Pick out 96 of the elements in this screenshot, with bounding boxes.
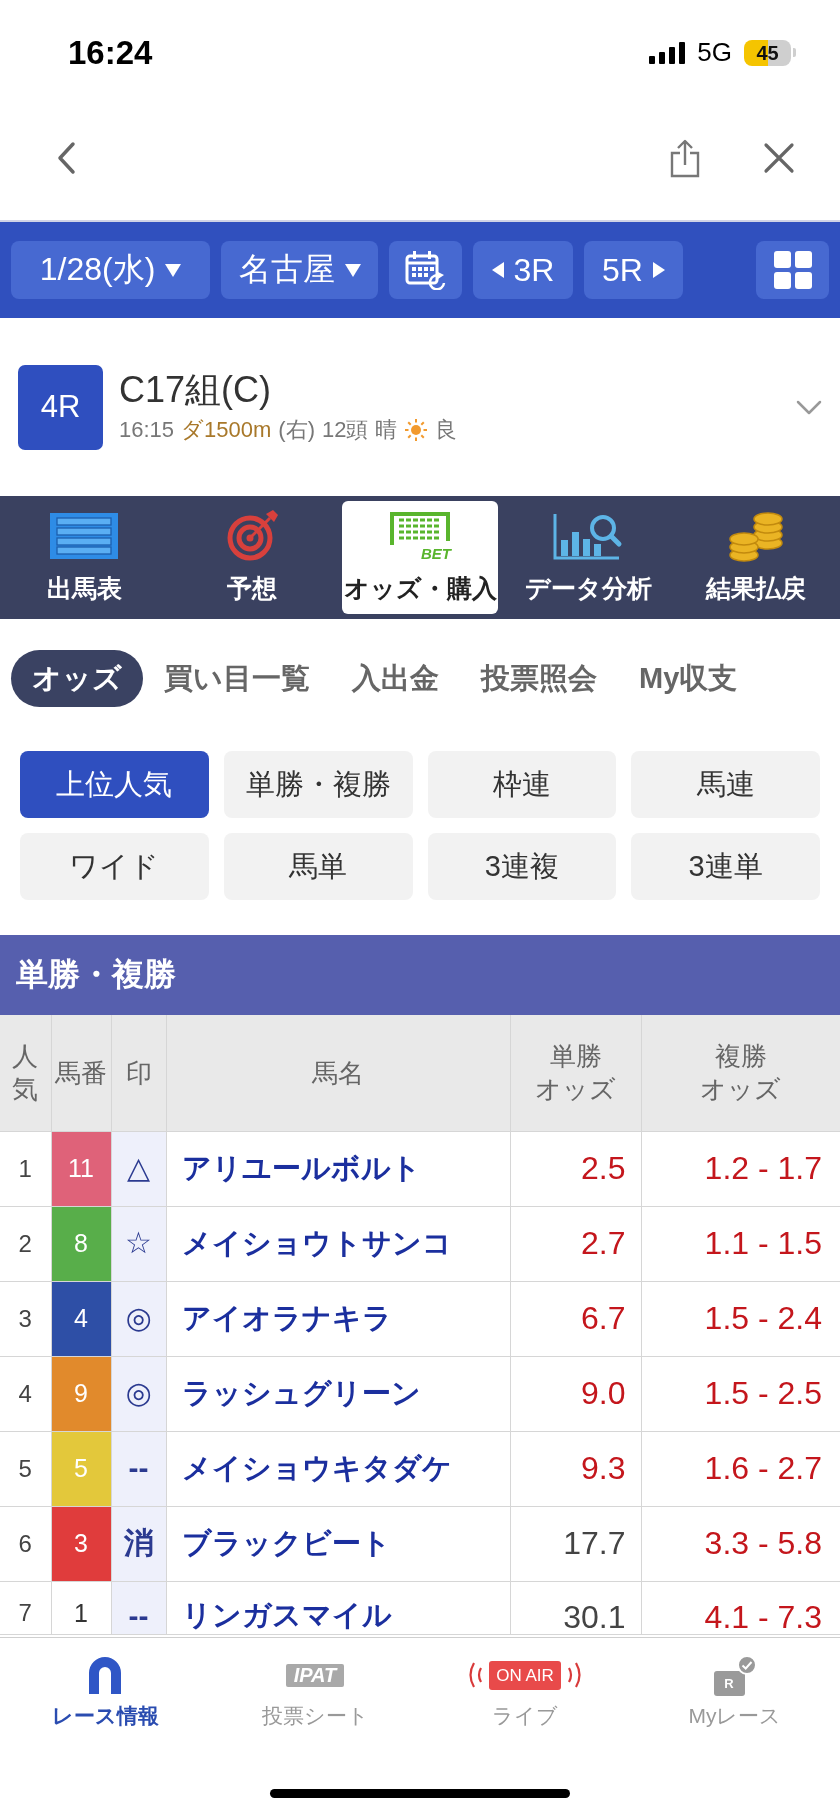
mark-cell: 消 xyxy=(111,1506,166,1581)
horseshoe-icon xyxy=(86,1656,124,1694)
coins-icon xyxy=(728,510,784,562)
mark-cell: △ xyxy=(111,1131,166,1206)
mark-cell: -- xyxy=(111,1431,166,1506)
race-title: C17組(C) xyxy=(119,368,272,411)
venue-dropdown[interactable]: 名古屋 xyxy=(221,241,378,299)
chevron-down-icon[interactable] xyxy=(796,399,822,415)
triangle-left-icon xyxy=(491,262,504,278)
bet-label: BET xyxy=(421,546,451,561)
bar-chart-magnifier-icon xyxy=(553,512,623,560)
previous-race-button[interactable]: 3R xyxy=(473,241,573,299)
mark-cell: ◎ xyxy=(111,1281,166,1356)
bet-type-button[interactable]: ワイド xyxy=(20,833,209,900)
win-odds-cell: 9.3 xyxy=(510,1431,641,1506)
check-icon xyxy=(737,1655,757,1675)
section-header: 単勝・複勝 xyxy=(0,935,840,1015)
column-header: 単勝オッズ xyxy=(510,1015,641,1131)
sub-tab[interactable]: オッズ xyxy=(11,650,143,707)
menu-tab[interactable]: 結果払戻 xyxy=(678,501,834,614)
table-cell: 5 xyxy=(0,1431,51,1506)
bet-type-button[interactable]: 上位人気 xyxy=(20,751,209,818)
sub-tab[interactable]: 投票照会 xyxy=(460,650,618,707)
column-header: 複勝オッズ xyxy=(641,1015,840,1131)
win-odds-cell: 2.7 xyxy=(510,1206,641,1281)
caret-down-icon xyxy=(165,263,182,277)
horse-number-cell: 11 xyxy=(51,1131,111,1206)
bet-type-button[interactable]: 3連単 xyxy=(631,833,820,900)
table-cell: 4 xyxy=(0,1356,51,1431)
horse-number-cell: 4 xyxy=(51,1281,111,1356)
column-header: 馬番 xyxy=(51,1015,111,1131)
win-odds-cell: 17.7 xyxy=(510,1506,641,1581)
bet-type-button[interactable]: 単勝・複勝 xyxy=(223,751,413,818)
weather-text: 晴 xyxy=(375,416,398,445)
ipat-badge: IPAT xyxy=(285,1663,345,1687)
menu-tab[interactable]: 出馬表 xyxy=(6,501,162,614)
close-icon[interactable] xyxy=(763,141,795,174)
triangle-right-icon xyxy=(652,262,665,278)
sub-tab[interactable]: 買い目一覧 xyxy=(143,650,331,707)
table-cell: 3 xyxy=(0,1281,51,1356)
start-time: 16:15 xyxy=(119,417,175,444)
status-time: 16:24 xyxy=(68,33,153,72)
bet-type-button[interactable]: 馬連 xyxy=(631,751,820,818)
horse-number-cell: 8 xyxy=(51,1206,111,1281)
win-odds-cell: 6.7 xyxy=(510,1281,641,1356)
sub-tab[interactable]: My収支 xyxy=(618,650,759,707)
table-cell: 1 xyxy=(0,1131,51,1206)
target-icon xyxy=(226,510,278,562)
network-type: 5G xyxy=(697,37,732,68)
win-odds-cell: 9.0 xyxy=(510,1356,641,1431)
horse-number-cell: 9 xyxy=(51,1356,111,1431)
win-odds-cell: 30.1 xyxy=(510,1581,641,1634)
nav-tab[interactable]: ON AIR ライブ xyxy=(420,1655,630,1729)
nav-tab[interactable]: レース情報 xyxy=(0,1655,210,1729)
mark-cell: ☆ xyxy=(111,1206,166,1281)
runner-count: 12頭 xyxy=(322,416,369,445)
race-badge: R xyxy=(713,1670,745,1696)
course-distance: ダ1500m xyxy=(181,416,272,445)
table-cell: 2 xyxy=(0,1206,51,1281)
broadcast-wave-icon xyxy=(466,1660,485,1690)
menu-tab[interactable]: データ分析 xyxy=(510,501,666,614)
bet-type-button[interactable]: 3連複 xyxy=(427,833,617,900)
list-icon xyxy=(50,513,118,559)
broadcast-wave-icon xyxy=(565,1660,584,1690)
grid-menu-button[interactable] xyxy=(756,241,829,299)
date-dropdown[interactable]: 1/28(水) xyxy=(11,241,210,299)
sub-tab[interactable]: 入出金 xyxy=(331,650,460,707)
horse-number-cell: 5 xyxy=(51,1431,111,1506)
column-header: 印 xyxy=(111,1015,166,1131)
calendar-button[interactable] xyxy=(389,241,462,299)
next-race-button[interactable]: 5R xyxy=(584,241,683,299)
mark-cell: ◎ xyxy=(111,1356,166,1431)
track-condition: 良 xyxy=(435,416,458,445)
caret-down-icon xyxy=(344,263,361,277)
on-air-badge: ON AIR xyxy=(489,1660,561,1690)
table-icon xyxy=(389,511,451,545)
table-cell: 7 xyxy=(0,1581,51,1634)
back-icon[interactable] xyxy=(55,140,77,175)
menu-tab[interactable]: 予想 xyxy=(174,501,330,614)
column-header: 人気 xyxy=(0,1015,51,1131)
horse-number-cell: 1 xyxy=(51,1581,111,1634)
race-number-badge: 4R xyxy=(18,364,103,450)
bet-type-button[interactable]: 馬単 xyxy=(223,833,413,900)
mark-cell: -- xyxy=(111,1581,166,1634)
sun-icon xyxy=(404,418,429,443)
course-direction: (右) xyxy=(278,416,315,445)
horse-number-cell: 3 xyxy=(51,1506,111,1581)
table-cell: 6 xyxy=(0,1506,51,1581)
menu-tab[interactable]: BET オッズ・購入 xyxy=(342,501,498,614)
calendar-icon xyxy=(404,250,447,290)
grid-icon xyxy=(773,251,812,289)
bet-type-button[interactable]: 枠連 xyxy=(427,751,617,818)
column-header: 馬名 xyxy=(166,1015,510,1131)
win-odds-cell: 2.5 xyxy=(510,1131,641,1206)
share-icon[interactable] xyxy=(669,137,701,178)
signal-icon xyxy=(649,41,686,64)
